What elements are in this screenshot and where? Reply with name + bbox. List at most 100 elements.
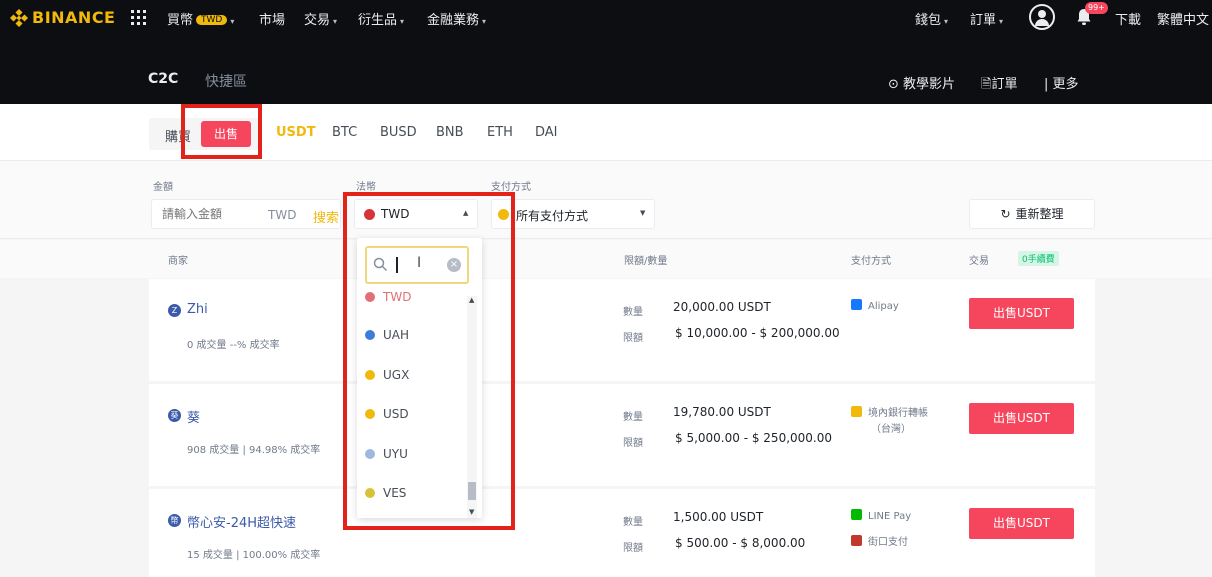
scroll-up-arrow-icon[interactable]: ▲: [469, 296, 474, 304]
scroll-thumb[interactable]: [468, 482, 476, 500]
limit-label: 限額: [623, 543, 643, 554]
tab-express[interactable]: 快捷區: [205, 71, 247, 91]
logo-text: BINANCE: [32, 8, 116, 27]
sell-button[interactable]: 出售: [201, 121, 251, 147]
merchant-stats: 0 成交量 --% 成交率: [187, 340, 280, 351]
payment-method-label: LINE Pay: [868, 511, 912, 522]
fiat-search-field[interactable]: I ×: [365, 246, 469, 284]
caret-down-icon: ▼: [640, 209, 646, 217]
apps-grid-icon[interactable]: [131, 10, 146, 25]
sell-usdt-button[interactable]: 出售USDT: [969, 298, 1074, 329]
refresh-button[interactable]: ↻ 重新整理: [969, 199, 1095, 229]
merchant-avatar: Z: [168, 304, 181, 317]
payment-label: 支付方式: [491, 182, 531, 193]
text-cursor: [396, 257, 398, 273]
amount-search-button[interactable]: 搜索: [313, 207, 339, 226]
merchant-name[interactable]: 幣心安-24H超快速: [187, 512, 296, 531]
tutorial-label: 教學影片: [903, 77, 956, 92]
fiat-option-label: USD: [383, 407, 409, 421]
merchant-name[interactable]: 葵: [187, 407, 200, 426]
chevron-down-icon: ▾: [333, 17, 338, 26]
currency-flag-icon: [365, 370, 375, 380]
nav-finance[interactable]: 金融業務 ▾: [427, 9, 486, 28]
nav-label: 金融業務: [427, 13, 480, 28]
coin-tab-dai[interactable]: DAI: [535, 125, 558, 140]
chevron-down-icon: ▾: [482, 17, 487, 26]
fiat-option-ugx[interactable]: UGX: [365, 368, 409, 382]
coin-tab-eth[interactable]: ETH: [487, 125, 513, 140]
buy-button[interactable]: 購買: [165, 126, 191, 145]
nav-trade[interactable]: 交易 ▾: [304, 9, 337, 28]
currency-flag-icon: [365, 330, 375, 340]
merchant-avatar: 幣: [168, 514, 181, 527]
orders-link[interactable]: 🗎訂單: [981, 73, 1017, 97]
more-label: 更多: [1052, 77, 1079, 92]
fiat-option-label: UGX: [383, 368, 410, 382]
nav-derivatives[interactable]: 衍生品 ▾: [358, 9, 404, 28]
fiat-option-usd[interactable]: USD: [365, 407, 409, 421]
coin-tab-bnb[interactable]: BNB: [436, 125, 464, 140]
alipay-icon: [851, 299, 862, 310]
col-price-qty: 限額/數量: [624, 256, 668, 267]
currency-flag-icon: [365, 292, 375, 302]
limit-value: $ 5,000.00 - $ 250,000.00: [675, 431, 833, 445]
play-circle-icon: ⊙: [888, 77, 904, 92]
quantity-value: 1,500.00 USDT: [673, 510, 764, 524]
more-link[interactable]: | 更多: [1044, 73, 1079, 92]
nav-markets[interactable]: 市場: [259, 9, 285, 28]
tutorial-video-link[interactable]: ⊙ 教學影片: [888, 73, 955, 92]
payment-method: 街口支付: [851, 533, 908, 548]
bank-transfer-icon: [851, 406, 862, 417]
table-row: 幣 幣心安-24H超快速 15 成交量 | 100.00% 成交率 數量 1,5…: [149, 489, 1095, 577]
jkopay-icon: [851, 535, 862, 546]
nav-orders[interactable]: 訂單 ▾: [970, 9, 1003, 28]
fiat-dropdown: I × TWD UAH UGX USD UYU VES ▲ ▼: [357, 238, 482, 518]
limit-value: $ 500.00 - $ 8,000.00: [675, 536, 806, 550]
zero-fee-badge: 0手續費: [1018, 251, 1059, 266]
top-nav: BINANCE 買幣 TWD ▾ 市場 交易 ▾ 衍生品 ▾ 金融業務 ▾ 錢包 ▾ 訂單 ▾…: [0, 0, 1212, 40]
payment-select-value: 所有支付方式: [516, 209, 589, 223]
col-trade: 交易: [969, 256, 989, 267]
chevron-down-icon: ▾: [944, 17, 949, 26]
refresh-label: 重新整理: [1015, 207, 1064, 221]
fiat-option-uyu[interactable]: UYU: [365, 447, 408, 461]
binance-logo-icon: [9, 8, 29, 27]
table-row: 葵 葵 908 成交量 | 94.98% 成交率 數量 19,780.00 US…: [149, 384, 1095, 486]
payment-select[interactable]: 所有支付方式 ▼: [491, 199, 655, 229]
nav-language[interactable]: 繁體中文: [1157, 9, 1209, 28]
amount-input[interactable]: [162, 207, 252, 221]
c2c-subheader: C2C 快捷區 ⊙ 教學影片 🗎訂單 | 更多: [0, 40, 1212, 104]
limit-label: 限額: [623, 438, 643, 449]
nav-wallet[interactable]: 錢包 ▾: [915, 9, 948, 28]
currency-flag-icon: [365, 449, 375, 459]
nav-buy-crypto[interactable]: 買幣 TWD ▾: [167, 9, 234, 28]
currency-flag-icon: [365, 488, 375, 498]
fiat-option-ves[interactable]: VES: [365, 486, 406, 500]
filter-bar: 金額 法幣 支付方式 TWD 搜索 TWD ▲ 所有支付方式 ▼ ↻ 重新整理: [0, 161, 1212, 239]
orders-label: 訂單: [991, 77, 1018, 92]
merchant-name[interactable]: Zhi: [187, 302, 208, 317]
quantity-value: 19,780.00 USDT: [673, 405, 771, 419]
fiat-option-uah[interactable]: UAH: [365, 328, 409, 342]
payment-method: 境內銀行轉帳: [851, 404, 928, 419]
col-payment: 支付方式: [851, 256, 891, 267]
limit-label: 限額: [623, 333, 643, 344]
payment-method-label: 境內銀行轉帳: [868, 408, 928, 419]
notification-count-badge: 99+: [1085, 2, 1108, 14]
dropdown-scrollbar[interactable]: ▲ ▼: [467, 296, 477, 518]
coin-tab-usdt[interactable]: USDT: [276, 125, 316, 140]
coin-tab-btc[interactable]: BTC: [332, 125, 357, 140]
user-avatar-icon[interactable]: [1029, 4, 1055, 30]
payment-method: Alipay: [851, 299, 899, 312]
tab-c2c[interactable]: C2C: [148, 71, 178, 87]
sell-usdt-button[interactable]: 出售USDT: [969, 403, 1074, 434]
binance-logo[interactable]: BINANCE: [9, 8, 116, 27]
scroll-down-arrow-icon[interactable]: ▼: [469, 508, 474, 516]
coin-tab-busd[interactable]: BUSD: [380, 125, 417, 140]
fiat-option-list: TWD UAH UGX USD UYU VES: [357, 288, 467, 518]
nav-download[interactable]: 下載: [1115, 9, 1141, 28]
clear-icon[interactable]: ×: [447, 258, 461, 272]
sell-usdt-button[interactable]: 出售USDT: [969, 508, 1074, 539]
fiat-option-twd[interactable]: TWD: [365, 290, 411, 304]
fiat-select[interactable]: TWD ▲: [354, 199, 478, 229]
